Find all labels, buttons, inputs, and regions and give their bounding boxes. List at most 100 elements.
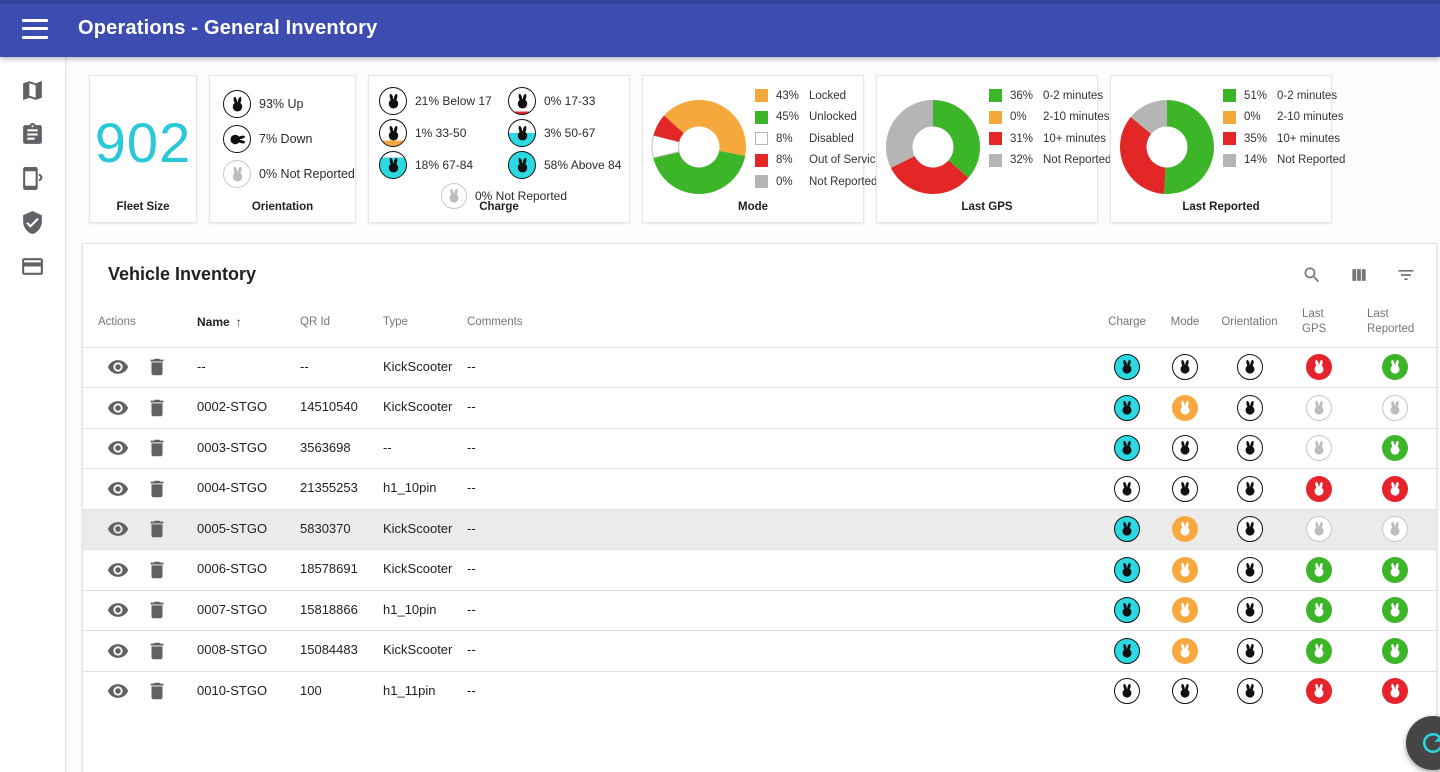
green-rabbit-icon [1306, 638, 1332, 664]
view-button[interactable] [107, 559, 129, 581]
actions-cell [83, 590, 181, 631]
sidebar-item-clipboard-icon[interactable] [11, 112, 55, 156]
column-header-orientation[interactable]: Orientation [1213, 297, 1286, 347]
orange-rabbit-icon [1172, 597, 1198, 623]
search-button[interactable] [1302, 265, 1322, 285]
charge-stat-row: 0% 17-33 [508, 85, 621, 117]
column-header-actions[interactable]: Actions [83, 297, 181, 347]
column-header-type[interactable]: Type [367, 297, 451, 347]
table-header-row: ActionsName↑QR IdTypeCommentsChargeModeO… [83, 297, 1436, 347]
sidebar-item-map-icon[interactable] [11, 68, 55, 112]
last-reported-status-cell [1351, 388, 1436, 429]
type-cell: KickScooter [367, 509, 451, 550]
orientation-card: 93% Up7% Down0% Not ReportedOrientation [209, 75, 356, 223]
table-row[interactable]: ----KickScooter-- [83, 347, 1436, 388]
legend-item: 8%Disabled [755, 128, 882, 150]
table-row[interactable]: 0010-STGO100h1_11pin-- [83, 671, 1436, 710]
orientation-status-cell [1213, 428, 1286, 469]
view-button[interactable] [107, 680, 129, 702]
delete-button[interactable] [146, 437, 168, 459]
columns-button[interactable] [1349, 265, 1369, 285]
sidebar-item-shield-check-icon[interactable] [11, 200, 55, 244]
delete-icon [146, 559, 168, 581]
table-row[interactable]: 0007-STGO15818866h1_10pin-- [83, 590, 1436, 631]
column-header-last-reported[interactable]: LastReported [1351, 297, 1436, 347]
search-icon [1302, 265, 1322, 285]
table-row[interactable]: 0005-STGO5830370KickScooter-- [83, 509, 1436, 550]
sidebar-item-device-ring-icon[interactable] [11, 156, 55, 200]
black-rabbit-icon [1237, 638, 1263, 664]
delete-button[interactable] [146, 478, 168, 500]
column-header-comments[interactable]: Comments [451, 297, 1097, 347]
table-row[interactable]: 0004-STGO21355253h1_10pin-- [83, 469, 1436, 510]
delete-button[interactable] [146, 599, 168, 621]
actions-cell [83, 347, 181, 388]
actions-cell [83, 428, 181, 469]
view-icon [107, 599, 129, 621]
qr-id-cell: 15084483 [284, 631, 367, 672]
view-button[interactable] [107, 478, 129, 500]
qr-id-cell: 14510540 [284, 388, 367, 429]
column-header-last-gps[interactable]: LastGPS [1286, 297, 1351, 347]
delete-button[interactable] [146, 640, 168, 662]
type-cell: h1_11pin [367, 671, 451, 710]
column-header-charge[interactable]: Charge [1097, 297, 1157, 347]
column-header-mode[interactable]: Mode [1157, 297, 1213, 347]
delete-button[interactable] [146, 397, 168, 419]
green-rabbit-icon [1306, 597, 1332, 623]
orientation-label: Orientation [210, 201, 355, 213]
view-button[interactable] [107, 356, 129, 378]
view-button[interactable] [107, 437, 129, 459]
charge-stat-row: 3% 50-67 [508, 117, 621, 149]
last-gps-card: 36%0-2 minutes0%2-10 minutes31%10+ minut… [876, 75, 1098, 223]
charge-status-cell [1097, 590, 1157, 631]
black-rabbit-icon [1172, 435, 1198, 461]
legend-label: Not Reported [1043, 154, 1111, 166]
name-cell: 0010-STGO [181, 671, 284, 710]
table-scroll-area[interactable]: ActionsName↑QR IdTypeCommentsChargeModeO… [83, 297, 1436, 710]
charge-status-cell [1097, 428, 1157, 469]
legend-label: 10+ minutes [1277, 133, 1340, 145]
clipboard-icon [20, 122, 45, 147]
charge-stat-text: 1% 33-50 [415, 126, 466, 140]
view-button[interactable] [107, 640, 129, 662]
name-cell: 0006-STGO [181, 550, 284, 591]
legend-percent: 45% [776, 111, 809, 123]
map-icon [20, 78, 45, 103]
chart-title: Mode [643, 201, 863, 213]
view-button[interactable] [107, 397, 129, 419]
charge-stat-text: 21% Below 17 [415, 94, 492, 108]
orientation-stat-text: 0% Not Reported [259, 167, 355, 181]
last-gps-status-cell [1286, 388, 1351, 429]
column-header-name[interactable]: Name↑ [181, 297, 284, 347]
table-row[interactable]: 0006-STGO18578691KickScooter-- [83, 550, 1436, 591]
actions-cell [83, 509, 181, 550]
delete-button[interactable] [146, 680, 168, 702]
comments-cell: -- [451, 509, 1097, 550]
charge-column-right: 0% 17-333% 50-6758% Above 84 [508, 85, 621, 181]
table-row[interactable]: 0008-STGO15084483KickScooter-- [83, 631, 1436, 672]
charge-stat-text: 18% 67-84 [415, 158, 473, 172]
sidebar-item-credit-card-icon[interactable] [11, 244, 55, 288]
delete-button[interactable] [146, 518, 168, 540]
view-button[interactable] [107, 599, 129, 621]
legend-percent: 32% [1010, 154, 1043, 166]
qr-id-cell: 15818866 [284, 590, 367, 631]
view-icon [107, 559, 129, 581]
delete-button[interactable] [146, 356, 168, 378]
menu-icon[interactable] [22, 19, 48, 39]
legend-swatch [989, 89, 1002, 102]
legend-label: 2-10 minutes [1043, 111, 1109, 123]
filter-button[interactable] [1396, 265, 1416, 285]
delete-button[interactable] [146, 559, 168, 581]
table-row[interactable]: 0003-STGO3563698---- [83, 428, 1436, 469]
gray-rabbit-icon [1306, 395, 1332, 421]
column-header-qr-id[interactable]: QR Id [284, 297, 367, 347]
delete-icon [146, 640, 168, 662]
table-row[interactable]: 0002-STGO14510540KickScooter-- [83, 388, 1436, 429]
legend-swatch [1223, 89, 1236, 102]
name-cell: 0005-STGO [181, 509, 284, 550]
table-header-bar: Vehicle Inventory [83, 244, 1436, 297]
orientation-status-cell [1213, 671, 1286, 710]
view-button[interactable] [107, 518, 129, 540]
